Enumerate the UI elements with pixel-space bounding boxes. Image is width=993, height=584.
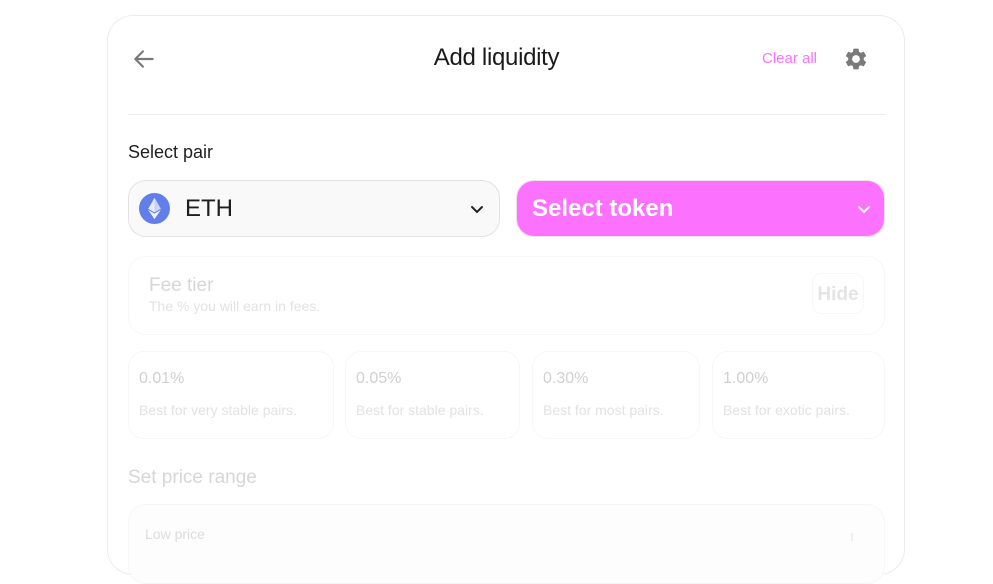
settings-button[interactable] — [843, 46, 869, 72]
fee-tier-percent: 0.05% — [356, 370, 402, 387]
fee-tier-subtitle: The % you will earn in fees. — [149, 298, 321, 314]
fee-tier-percent: 0.30% — [543, 370, 589, 387]
header-divider — [128, 114, 885, 115]
fee-tier-description: Best for most pairs. — [543, 402, 664, 418]
fee-tier-panel — [128, 256, 885, 335]
fee-tier-option[interactable]: 0.30% Best for most pairs. — [532, 351, 700, 439]
chevron-down-icon — [471, 206, 483, 214]
price-stepper[interactable] — [850, 528, 854, 541]
token-a-symbol: ETH — [185, 195, 233, 222]
fee-tier-percent: 1.00% — [723, 370, 769, 387]
fee-tier-option[interactable]: 0.01% Best for very stable pairs. — [128, 351, 334, 439]
minus-icon — [851, 533, 853, 541]
low-price-input[interactable] — [128, 504, 885, 584]
chevron-down-icon — [858, 206, 870, 214]
fee-tier-option[interactable]: 1.00% Best for exotic pairs. — [712, 351, 885, 439]
fee-tier-description: Best for exotic pairs. — [723, 402, 850, 418]
fee-tier-percent: 0.01% — [139, 370, 185, 387]
clear-all-button[interactable]: Clear all — [762, 50, 817, 67]
ethereum-icon — [139, 193, 170, 224]
fee-tier-option[interactable]: 0.05% Best for stable pairs. — [345, 351, 520, 439]
fee-tier-description: Best for very stable pairs. — [139, 402, 297, 418]
fee-tier-description: Best for stable pairs. — [356, 402, 484, 418]
gear-icon — [845, 48, 867, 70]
set-price-range-label: Set price range — [128, 467, 257, 488]
low-price-label: Low price — [145, 526, 205, 542]
token-a-selector[interactable]: ETH — [128, 180, 500, 237]
select-pair-label: Select pair — [128, 142, 214, 162]
fee-tier-title: Fee tier — [149, 275, 214, 296]
select-token-label: Select token — [532, 195, 674, 222]
token-b-selector[interactable]: Select token — [516, 180, 885, 237]
hide-fee-tiers-button[interactable]: Hide — [812, 273, 864, 314]
